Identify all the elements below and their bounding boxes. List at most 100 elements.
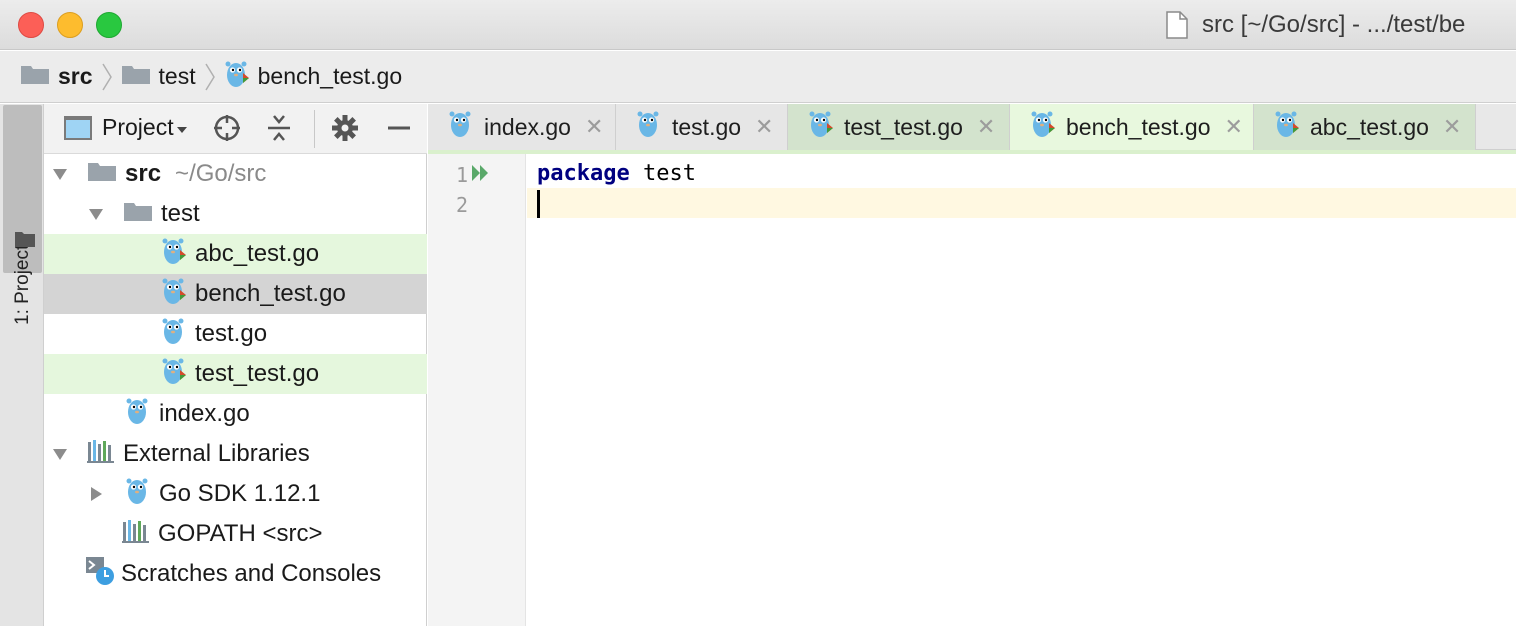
gear-icon bbox=[331, 114, 359, 147]
tab-test-test-go[interactable]: test_test.go ✕ bbox=[788, 104, 1010, 150]
chevron-right-icon bbox=[93, 60, 121, 94]
tab-label: test.go bbox=[672, 113, 742, 140]
code-editor[interactable]: package test bbox=[527, 154, 1516, 626]
tree-item-label: src bbox=[125, 160, 162, 187]
document-icon bbox=[1166, 11, 1188, 39]
breadcrumb-item-test[interactable]: test bbox=[121, 51, 196, 102]
gopher-test-file-icon bbox=[808, 109, 834, 145]
tree-item-label: test_test.go bbox=[195, 360, 320, 387]
collapse-all-button[interactable] bbox=[264, 113, 294, 148]
folder-icon bbox=[123, 200, 153, 229]
close-tab-icon[interactable]: ✕ bbox=[977, 114, 995, 140]
line-number: 2 bbox=[455, 193, 468, 217]
tree-item-gopath[interactable]: GOPATH <src> bbox=[44, 514, 427, 554]
tab-abc-test-go[interactable]: abc_test.go ✕ bbox=[1254, 104, 1476, 150]
zoom-window-button[interactable] bbox=[96, 12, 122, 38]
tree-item-label: Go SDK 1.12.1 bbox=[159, 480, 321, 507]
tree-item-index-go[interactable]: index.go bbox=[44, 394, 427, 434]
tree-item-label: index.go bbox=[159, 400, 250, 427]
minimize-window-button[interactable] bbox=[57, 12, 83, 38]
project-panel-header: Project bbox=[44, 104, 427, 154]
window-title-text: src [~/Go/src] - .../test/be bbox=[1202, 11, 1466, 38]
close-tab-icon[interactable]: ✕ bbox=[1443, 114, 1461, 140]
locate-file-button[interactable] bbox=[212, 113, 242, 148]
hide-panel-button[interactable] bbox=[384, 115, 414, 145]
tree-item-test-go[interactable]: test.go bbox=[44, 314, 427, 354]
close-tab-icon[interactable]: ✕ bbox=[585, 114, 603, 140]
header-separator bbox=[314, 110, 315, 148]
gopher-test-file-icon bbox=[161, 236, 187, 273]
window-title: src [~/Go/src] - .../test/be bbox=[1166, 10, 1465, 40]
gopher-test-file-icon bbox=[1030, 109, 1056, 145]
tool-window-stripe: 1: Project bbox=[0, 104, 44, 626]
close-tab-icon[interactable]: ✕ bbox=[1225, 114, 1243, 140]
tree-item-bench-test-go[interactable]: bench_test.go bbox=[44, 274, 427, 314]
editor-tab-bar: index.go ✕ test.go ✕ test_test.go ✕ benc… bbox=[428, 104, 1516, 150]
settings-button[interactable] bbox=[330, 114, 360, 147]
tree-item-src[interactable]: src ~/Go/src bbox=[44, 154, 427, 194]
run-tests-icon[interactable] bbox=[470, 163, 492, 188]
minimize-icon bbox=[386, 115, 412, 146]
tree-item-label: bench_test.go bbox=[195, 280, 346, 307]
tree-item-label: External Libraries bbox=[123, 440, 310, 467]
identifier-token: test bbox=[629, 161, 696, 186]
gopher-test-file-icon bbox=[161, 356, 187, 393]
text-caret bbox=[537, 190, 540, 218]
tree-item-label: test bbox=[161, 200, 200, 227]
gopher-file-icon bbox=[125, 476, 151, 513]
chevron-right-icon bbox=[196, 60, 224, 94]
tab-bench-test-go[interactable]: bench_test.go ✕ bbox=[1010, 104, 1254, 150]
gopher-test-file-icon bbox=[161, 276, 187, 313]
collapsed-arrow-icon[interactable] bbox=[87, 485, 105, 503]
breadcrumb-label: bench_test.go bbox=[257, 63, 403, 89]
tree-item-external-libraries[interactable]: External Libraries bbox=[44, 434, 427, 474]
tree-item-label: GOPATH <src> bbox=[158, 520, 323, 547]
tab-label: test_test.go bbox=[844, 113, 963, 140]
breadcrumb-item-bench-test[interactable]: bench_test.go bbox=[224, 51, 403, 102]
tree-item-scratches[interactable]: Scratches and Consoles bbox=[44, 554, 427, 594]
scratches-icon bbox=[85, 556, 115, 593]
gopher-file-icon bbox=[636, 109, 662, 145]
project-view-selector[interactable]: Project bbox=[64, 114, 188, 141]
folder-icon bbox=[14, 230, 36, 253]
folder-icon bbox=[87, 160, 117, 189]
code-line-1: package test bbox=[537, 161, 696, 186]
gopher-file-icon bbox=[161, 316, 187, 353]
tab-label: bench_test.go bbox=[1066, 113, 1211, 140]
project-tool-tab-label: 1: Project bbox=[12, 244, 33, 325]
editor: index.go ✕ test.go ✕ test_test.go ✕ benc… bbox=[428, 104, 1516, 626]
breadcrumb-item-src[interactable]: src bbox=[20, 51, 93, 102]
project-tool-tab[interactable]: 1: Project bbox=[3, 105, 42, 325]
collapse-all-icon bbox=[266, 113, 292, 148]
tab-test-go[interactable]: test.go ✕ bbox=[616, 104, 788, 150]
close-window-button[interactable] bbox=[18, 12, 44, 38]
expanded-arrow-icon[interactable] bbox=[51, 165, 69, 183]
tab-label: abc_test.go bbox=[1310, 113, 1429, 140]
library-icon bbox=[122, 519, 150, 550]
expanded-arrow-icon[interactable] bbox=[51, 445, 69, 463]
keyword-token: package bbox=[537, 161, 630, 186]
folder-icon bbox=[20, 63, 50, 91]
line-number: 1 bbox=[455, 163, 468, 187]
tree-item-test[interactable]: test bbox=[44, 194, 427, 234]
gopher-test-file-icon bbox=[1274, 109, 1300, 145]
project-tree: src ~/Go/src test abc_test.go bench_test… bbox=[44, 154, 427, 594]
crosshair-icon bbox=[212, 113, 242, 148]
project-panel-title: Project bbox=[102, 114, 174, 140]
project-panel: Project src ~/Go/src test abc_test.go be… bbox=[44, 104, 427, 626]
expanded-arrow-icon[interactable] bbox=[87, 205, 105, 223]
library-icon bbox=[87, 439, 115, 470]
tree-item-go-sdk[interactable]: Go SDK 1.12.1 bbox=[44, 474, 427, 514]
current-line-highlight bbox=[527, 188, 1516, 218]
tree-item-test-test-go[interactable]: test_test.go bbox=[44, 354, 427, 394]
gopher-test-file-icon bbox=[224, 59, 250, 95]
close-tab-icon[interactable]: ✕ bbox=[755, 114, 773, 140]
line-number-gutter[interactable]: 1 2 bbox=[428, 154, 526, 626]
tree-item-path: ~/Go/src bbox=[175, 160, 267, 187]
tree-item-label: test.go bbox=[195, 320, 268, 347]
tree-item-abc-test-go[interactable]: abc_test.go bbox=[44, 234, 427, 274]
breadcrumb-label: src bbox=[58, 63, 93, 89]
breadcrumb-label: test bbox=[158, 63, 196, 89]
tree-item-label: Scratches and Consoles bbox=[121, 560, 382, 587]
tab-index-go[interactable]: index.go ✕ bbox=[428, 104, 616, 150]
